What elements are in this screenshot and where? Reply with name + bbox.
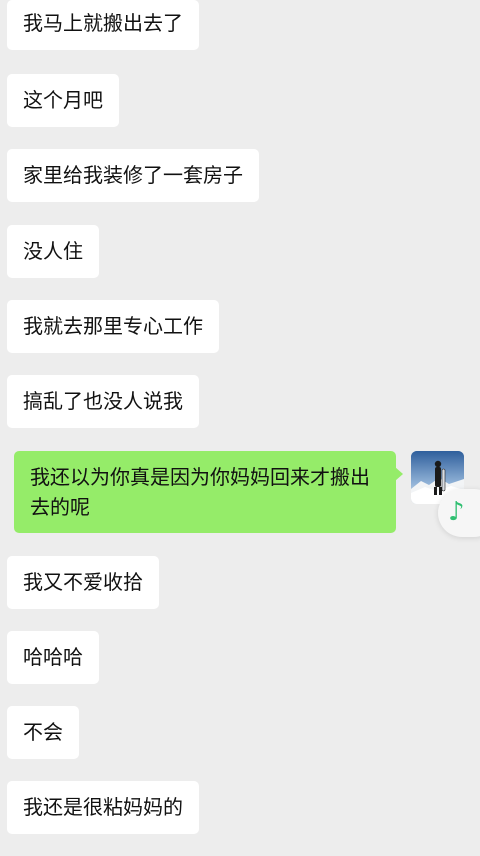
- music-note-icon: ♪: [448, 497, 465, 527]
- message-bubble[interactable]: 我还是很粘妈妈的: [7, 781, 199, 834]
- message-text: 我还以为你真是因为你妈妈回来才搬出去的呢: [30, 465, 370, 519]
- message-text: 搞乱了也没人说我: [23, 389, 183, 413]
- message-text: 我又不爱收拾: [23, 570, 143, 594]
- floating-music-button[interactable]: ♪: [438, 489, 480, 537]
- message-bubble[interactable]: 哈哈哈: [7, 631, 99, 684]
- message-text: 我就去那里专心工作: [23, 314, 203, 338]
- chat-area: 我马上就搬出去了 这个月吧 家里给我装修了一套房子 没人住 我就去那里专心工作 …: [0, 0, 480, 856]
- message-text: 家里给我装修了一套房子: [23, 163, 243, 187]
- message-bubble[interactable]: 没人住: [7, 225, 99, 278]
- message-bubble[interactable]: 搞乱了也没人说我: [7, 375, 199, 428]
- message-text: 哈哈哈: [23, 645, 83, 669]
- message-bubble[interactable]: 这个月吧: [7, 74, 119, 127]
- message-bubble[interactable]: 我马上就搬出去了: [7, 0, 199, 50]
- message-text: 没人住: [23, 239, 83, 263]
- message-bubble[interactable]: 不会: [7, 706, 79, 759]
- message-text: 这个月吧: [23, 88, 103, 112]
- sent-message-bubble[interactable]: 我还以为你真是因为你妈妈回来才搬出去的呢: [14, 451, 403, 533]
- message-bubble[interactable]: 我就去那里专心工作: [7, 300, 219, 353]
- message-text: 我马上就搬出去了: [23, 11, 183, 35]
- message-text: 我还是很粘妈妈的: [23, 795, 183, 819]
- message-bubble[interactable]: 家里给我装修了一套房子: [7, 149, 259, 202]
- message-bubble[interactable]: 我又不爱收拾: [7, 556, 159, 609]
- message-text: 不会: [23, 720, 63, 744]
